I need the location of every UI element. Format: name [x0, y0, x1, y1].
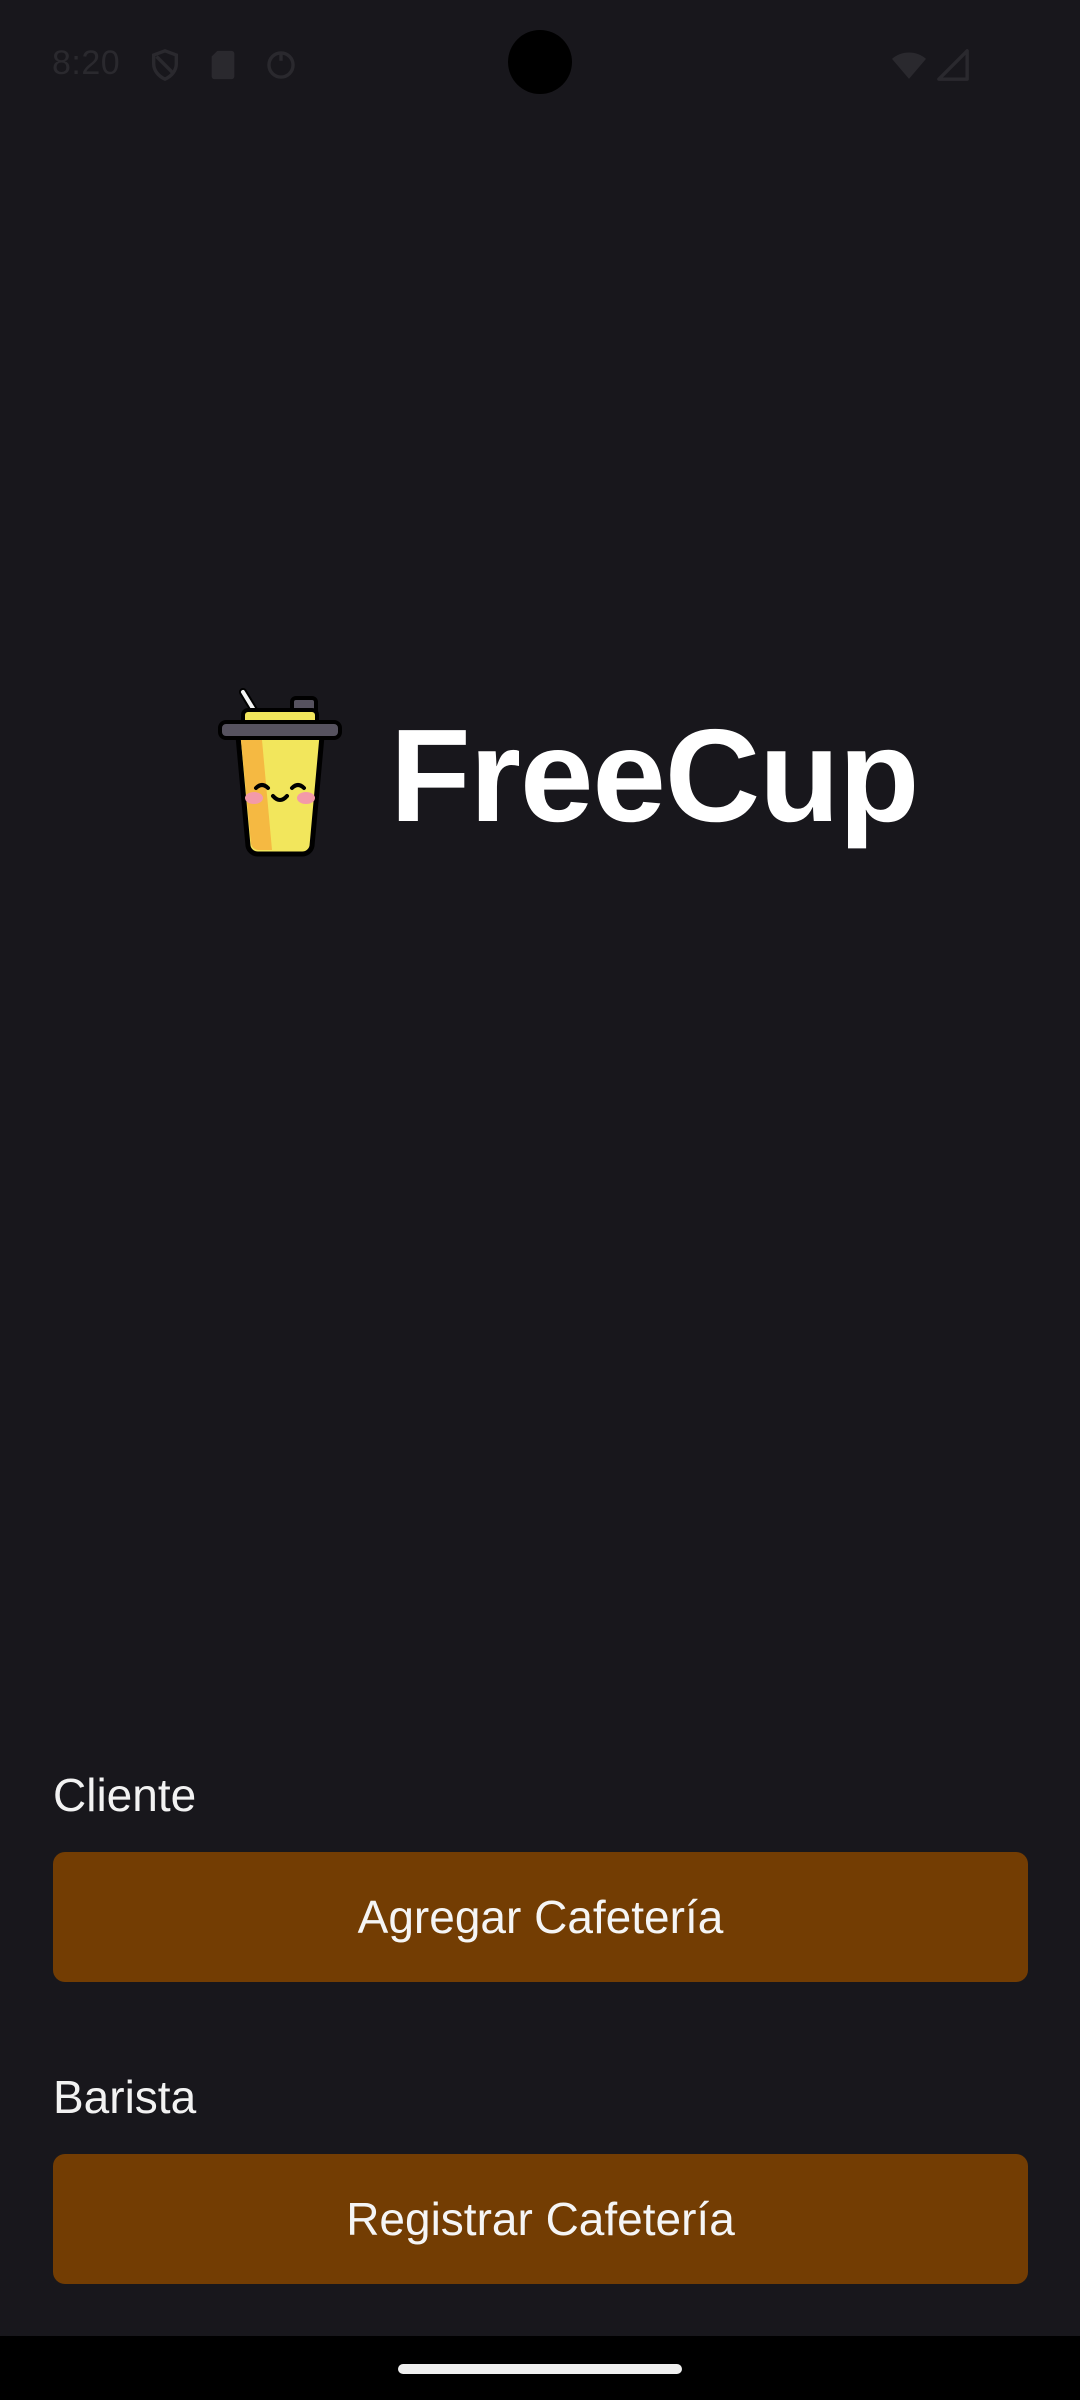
cup-with-straw-icon	[218, 688, 342, 857]
welcome-screen: 8:20 FreeCup Cliente Agregar Cafetería B…	[0, 0, 1080, 2400]
sd-card-icon	[211, 50, 235, 80]
home-indicator[interactable]	[398, 2364, 682, 2374]
status-bar: 8:20	[0, 0, 1080, 130]
app-name: FreeCup	[390, 702, 919, 849]
sync-circle-icon	[267, 51, 295, 79]
app-logo: FreeCup	[210, 680, 919, 870]
barista-label: Barista	[53, 2071, 197, 2123]
camera-cutout	[508, 30, 572, 94]
agregar-cafeteria-button[interactable]: Agregar Cafetería	[53, 1852, 1028, 1982]
registrar-cafeteria-button[interactable]: Registrar Cafetería	[53, 2154, 1028, 2284]
signal-icon	[937, 49, 969, 81]
wifi-icon	[892, 52, 926, 79]
status-time: 8:20	[52, 44, 121, 82]
shield-icon	[151, 49, 179, 82]
navigation-bar	[0, 2336, 1080, 2400]
cliente-label: Cliente	[53, 1769, 197, 1821]
